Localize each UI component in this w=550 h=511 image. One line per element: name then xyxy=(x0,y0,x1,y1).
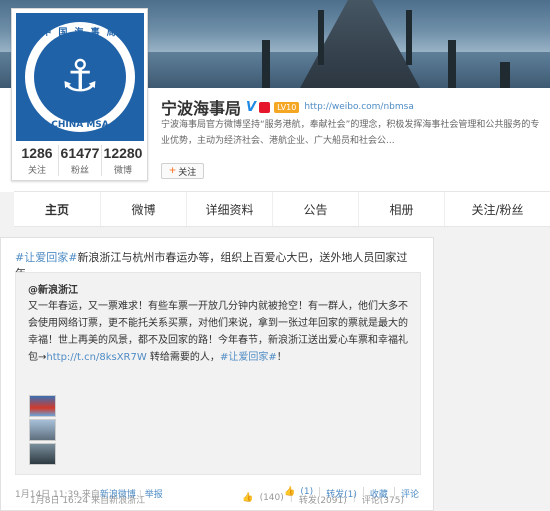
divider: | xyxy=(138,490,142,500)
post-from-label: 来自 xyxy=(81,490,100,500)
repost-body-continued: 转给需要的人， xyxy=(146,352,220,363)
follow-button[interactable]: + 关注 xyxy=(161,163,204,179)
repost-short-link[interactable]: http://t.cn/8ksXR7W xyxy=(46,352,146,363)
logo-ring-bottom-text: CHINA MSA xyxy=(51,120,109,130)
repost-text: 又一年春运，又一票难求！有些车票一开放几分钟内就被抢空！有一群人，他们大多不会使… xyxy=(28,298,416,366)
tab-notice[interactable]: 公告 xyxy=(273,192,359,226)
repost-body-end: ！ xyxy=(276,352,287,363)
post-actions: 👍 (1) | 转发(1) | 收藏 | 评论 xyxy=(274,487,419,500)
divider: | xyxy=(318,487,322,497)
banner-pier-post xyxy=(406,10,412,65)
repost-topic-link[interactable]: #让爱回家# xyxy=(220,352,277,363)
stat-number: 12280 xyxy=(103,145,143,161)
repost-author-link[interactable]: @新浪浙江 xyxy=(28,281,78,296)
post-favorite-button[interactable]: 收藏 xyxy=(370,487,388,500)
thumbnail-image[interactable] xyxy=(29,443,56,465)
profile-intro: 宁波海事局官方微博坚持“服务港航，奉献社会”的理念，积极发挥海事社会管理和公共服… xyxy=(161,120,540,146)
profile-nav: 主页 微博 详细资料 公告 相册 关注/粉丝 xyxy=(14,191,550,227)
stat-number: 61477 xyxy=(60,145,100,161)
stat-posts[interactable]: 12280 微博 xyxy=(102,145,144,176)
verified-icon[interactable]: V xyxy=(246,100,256,115)
post-forward-button[interactable]: 转发(1) xyxy=(326,487,357,500)
banner-pier-post xyxy=(262,40,270,88)
msa-logo: 中 国 海 事 局 ⚓ CHINA MSA xyxy=(21,18,139,136)
post-time-link[interactable]: 1月14日 11:39 xyxy=(15,490,79,500)
profile-url-link[interactable]: http://weibo.com/nbmsa xyxy=(304,102,414,112)
report-link[interactable]: 举报 xyxy=(145,490,163,500)
thumbnail-image[interactable] xyxy=(29,419,56,441)
follow-label: 关注 xyxy=(178,167,197,178)
repost-box: @新浪浙江 又一年春运，又一票难求！有些车票一开放几分钟内就被抢空！有一群人，他… xyxy=(15,272,421,506)
like-count: (1) xyxy=(300,487,314,497)
post-meta: 1月14日 11:39 来自新浪微博 | 举报 xyxy=(15,487,163,500)
banner-pier-post xyxy=(318,10,324,65)
banner-pier-post xyxy=(500,62,510,88)
feed-post: #让爱回家#新浪浙江与杭州市春运办等，组织上百爱心大巴，送外地人员回家过年。 @… xyxy=(0,237,434,511)
banner-pier-post xyxy=(448,40,456,88)
logo-ring-top-text: 中 国 海 事 局 xyxy=(42,28,118,38)
logo-center: ⚓ xyxy=(34,31,126,123)
profile-name: 宁波海事局 xyxy=(161,99,242,118)
thumbs-up-icon: 👍 xyxy=(284,487,296,497)
repost-image-thumbnails[interactable] xyxy=(29,395,56,465)
plus-icon: + xyxy=(168,166,177,176)
right-sidebar xyxy=(436,237,550,511)
post-source-link[interactable]: 新浪微博 xyxy=(100,490,136,500)
thumbs-up-icon: 👍 xyxy=(242,493,254,503)
stat-following[interactable]: 1286 关注 xyxy=(16,145,59,176)
post-topic-link[interactable]: #让爱回家# xyxy=(15,251,77,264)
stat-label: 粉丝 xyxy=(70,166,89,176)
tab-home[interactable]: 主页 xyxy=(14,192,101,226)
profile-stats: 1286 关注 61477 粉丝 12280 微博 xyxy=(16,145,144,176)
stat-label: 关注 xyxy=(27,166,46,176)
tab-weibo[interactable]: 微博 xyxy=(101,192,187,226)
post-comment-button[interactable]: 评论 xyxy=(401,487,419,500)
stat-label: 微博 xyxy=(113,166,132,176)
tab-album[interactable]: 相册 xyxy=(359,192,445,226)
anchor-icon: ⚓ xyxy=(60,51,100,102)
tab-follow-fans[interactable]: 关注/粉丝 xyxy=(445,192,550,226)
tab-details[interactable]: 详细资料 xyxy=(187,192,273,226)
divider: | xyxy=(392,487,396,497)
post-like-button[interactable]: 👍 (1) xyxy=(279,487,313,500)
stat-number: 1286 xyxy=(21,145,53,161)
avatar[interactable]: 中 国 海 事 局 ⚓ CHINA MSA xyxy=(16,13,144,141)
avatar-card: 中 国 海 事 局 ⚓ CHINA MSA 1286 关注 61477 粉丝 1… xyxy=(11,8,148,181)
vip-icon[interactable] xyxy=(259,101,271,113)
thumbnail-image[interactable] xyxy=(29,395,56,417)
stat-followers[interactable]: 61477 粉丝 xyxy=(59,145,102,176)
level-badge[interactable]: LV10 xyxy=(274,101,300,113)
profile-name-row: 宁波海事局 V LV10 http://weibo.com/nbmsa xyxy=(161,95,414,119)
divider: | xyxy=(361,487,365,497)
